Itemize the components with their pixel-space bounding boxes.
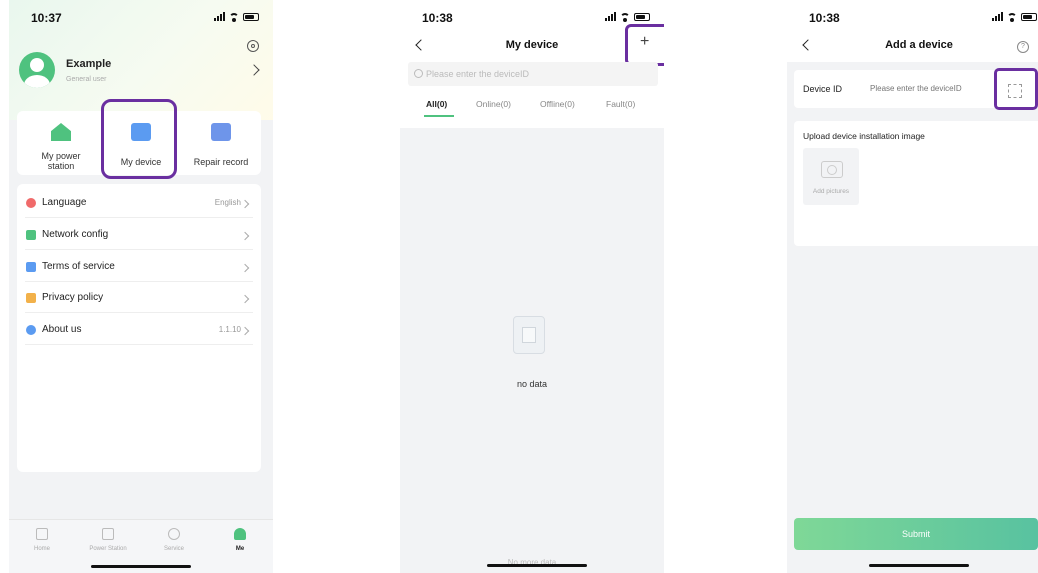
power-station-icon [51,123,71,141]
status-bar: 10:37 [9,0,273,30]
user-role: General user [66,76,107,83]
info-icon [26,325,36,335]
signal-icon [992,12,1003,21]
menu-item-privacy-policy[interactable]: Privacy policy [17,282,261,313]
bottom-tab-bar: Home Power Station Service Me [9,519,273,573]
tab-label: Home [33,546,50,552]
empty-state-icon [513,316,545,354]
tab-label: Power Station [89,546,127,552]
quick-action-repair-record[interactable]: Repair record [181,111,261,175]
status-bar: 10:38 [400,0,664,30]
service-icon [168,528,180,540]
settings-gear-icon[interactable] [247,40,259,52]
menu-item-label: Terms of service [42,261,115,272]
repair-record-icon [211,123,231,141]
highlight-box [101,99,177,179]
submit-button[interactable]: Submit [794,518,1038,550]
battery-icon [243,12,259,21]
user-icon [234,528,246,540]
device-id-input[interactable] [870,84,980,93]
chevron-right-icon [240,263,250,273]
home-icon [36,528,48,540]
menu-item-about-us[interactable]: About us 1.1.10 [17,314,261,345]
add-pictures-label: Add pictures [812,188,850,195]
document-icon [26,262,36,272]
menu-item-label: Network config [42,229,109,240]
avatar[interactable] [19,52,55,88]
wifi-icon [229,12,239,22]
globe-icon [26,198,36,208]
home-indicator [487,564,587,567]
quick-action-power-station[interactable]: My power station [21,111,101,175]
search-placeholder: Please enter the deviceID [426,69,530,79]
add-device-screen: 10:38 Add a device ? Device ID Upload de… [787,0,1038,573]
chevron-right-icon [240,199,250,209]
empty-state-text: no data [516,379,548,389]
active-tab-indicator [424,115,454,117]
tab-me[interactable]: Me [207,528,273,552]
menu-item-label: Language [42,197,87,208]
menu-item-network-config[interactable]: Network config [17,219,261,250]
tab-label: Me [235,546,245,552]
help-icon[interactable]: ? [1017,41,1029,53]
menu-item-value: 1.1.10 [218,325,241,334]
search-icon [414,69,423,78]
lock-icon [26,293,36,303]
quick-action-label: My power station [41,151,81,171]
tab-offline[interactable]: Offline(0) [540,99,575,109]
upload-label: Upload device installation image [803,131,925,141]
home-indicator [869,564,969,567]
chevron-right-icon [240,231,250,241]
chevron-right-icon [240,294,250,304]
add-pictures-button[interactable]: Add pictures [803,148,859,205]
page-title: Add a device [885,39,953,51]
tab-home[interactable]: Home [9,528,75,552]
tab-fault[interactable]: Fault(0) [606,99,635,109]
status-time: 10:37 [31,11,62,25]
highlight-box [625,24,664,66]
wifi-icon [620,12,630,22]
profile-screen: 10:37 Example General user My power stat… [9,0,273,573]
signal-icon [214,12,225,21]
my-device-screen: 10:38 My device + Please enter the devic… [400,0,664,573]
user-name: Example [66,58,112,70]
tab-label: Service [163,546,184,552]
camera-icon [821,161,843,178]
wifi-icon [1007,12,1017,22]
battery-icon [1021,12,1037,21]
menu-item-language[interactable]: Language English [17,187,261,218]
menu-item-value: English [214,198,241,207]
home-indicator [91,565,191,568]
highlight-box [994,68,1038,110]
menu-item-terms-of-service[interactable]: Terms of service [17,251,261,282]
status-time: 10:38 [422,11,453,25]
menu-item-label: Privacy policy [42,292,104,303]
network-icon [26,230,36,240]
power-station-icon [102,528,114,540]
upload-card: Upload device installation image Add pic… [794,121,1038,246]
quick-action-label: Repair record [193,157,249,167]
tab-online[interactable]: Online(0) [476,99,511,109]
battery-icon [634,12,650,21]
device-id-label: Device ID [803,84,843,94]
tab-all[interactable]: All(0) [426,99,447,109]
chevron-right-icon [240,326,250,336]
settings-menu: Language English Network config Terms of… [17,184,261,472]
menu-item-label: About us [42,324,82,335]
tab-power-station[interactable]: Power Station [75,528,141,552]
status-bar: 10:38 [787,0,1038,30]
signal-icon [605,12,616,21]
status-time: 10:38 [809,11,840,25]
search-input[interactable]: Please enter the deviceID [408,62,658,86]
tab-service[interactable]: Service [141,528,207,552]
